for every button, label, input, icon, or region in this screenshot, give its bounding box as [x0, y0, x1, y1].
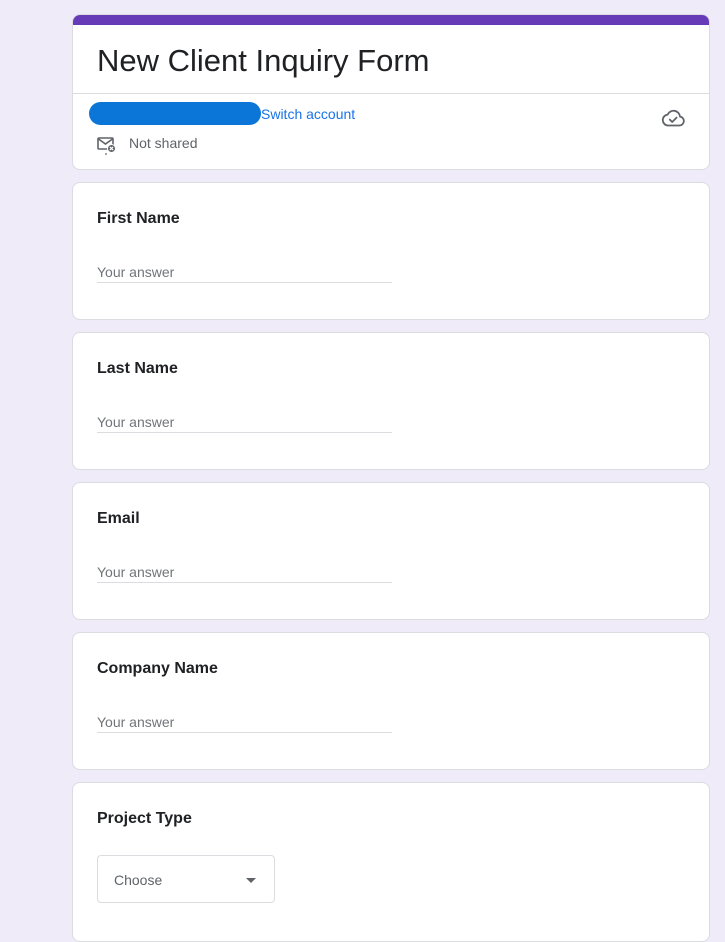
- company-name-input[interactable]: [97, 711, 392, 733]
- mail-not-shared-icon: [97, 137, 116, 155]
- project-type-dropdown[interactable]: Choose: [97, 855, 275, 903]
- question-label: Last Name: [97, 360, 178, 377]
- question-label: Company Name: [97, 660, 218, 677]
- question-label: Email: [97, 510, 140, 527]
- switch-account-link[interactable]: Switch account: [261, 105, 355, 123]
- sharing-status-text: Not shared: [129, 135, 198, 151]
- question-card-email: Email: [72, 482, 710, 620]
- question-label: Project Type: [97, 810, 192, 827]
- first-name-input[interactable]: [97, 261, 392, 283]
- question-card-project-type: Project Type Choose: [72, 782, 710, 942]
- account-email-redacted: [89, 102, 261, 125]
- form-accent-band: [73, 15, 709, 25]
- form-title: New Client Inquiry Form: [97, 43, 430, 78]
- question-card-first-name: First Name: [72, 182, 710, 320]
- last-name-input[interactable]: [97, 411, 392, 433]
- form-header-card: New Client Inquiry Form Switch account N…: [72, 14, 710, 170]
- cloud-check-icon: [661, 109, 685, 127]
- question-label: First Name: [97, 210, 180, 227]
- question-card-company-name: Company Name: [72, 632, 710, 770]
- dropdown-selected-value: Choose: [114, 872, 163, 888]
- question-card-last-name: Last Name: [72, 332, 710, 470]
- email-input[interactable]: [97, 561, 392, 583]
- dropdown-arrow-icon: [246, 878, 256, 883]
- header-divider: [73, 93, 709, 94]
